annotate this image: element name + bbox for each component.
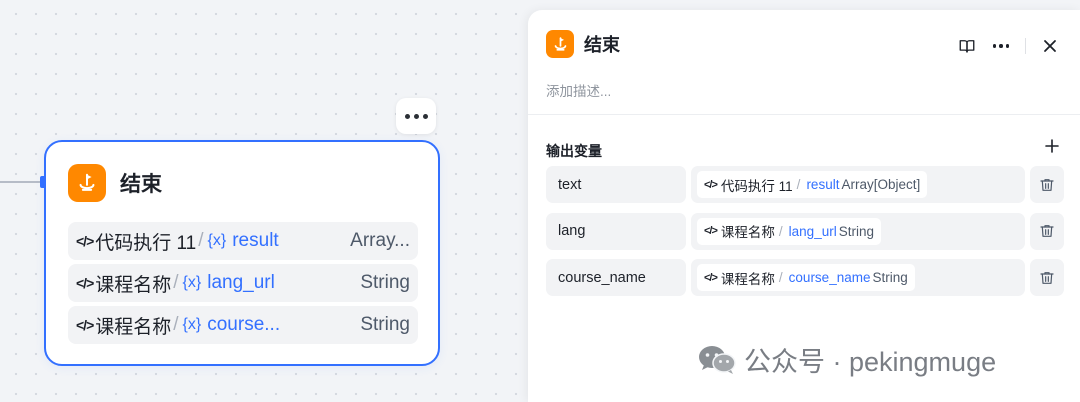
- wechat-icon: [699, 345, 736, 374]
- output-name-input[interactable]: course_name: [546, 259, 686, 296]
- close-icon[interactable]: [1038, 34, 1062, 58]
- output-variables-title: 输出变量: [546, 143, 602, 159]
- code-icon: </>: [76, 317, 94, 333]
- more-icon[interactable]: [989, 34, 1013, 58]
- panel-title: 结束: [584, 35, 620, 55]
- end-node-icon: [68, 164, 106, 202]
- end-node-card[interactable]: 结束 </> 代码执行 11 / {x} result Array... </>…: [44, 140, 440, 366]
- description-input[interactable]: 添加描述...: [546, 80, 611, 100]
- ref-variable: course_name: [788, 270, 871, 285]
- trash-icon: [1040, 225, 1054, 237]
- reference-chip: </> 代码执行 11 / result Array[Object]: [697, 171, 928, 198]
- output-name-input[interactable]: lang: [546, 212, 686, 250]
- node-title: 结束: [120, 173, 162, 196]
- ref-type: String: [838, 223, 874, 239]
- ref-source: 课程名称: [720, 225, 775, 240]
- reference-chip: </> 课程名称 / lang_url String: [697, 217, 881, 245]
- variable-icon: {x}: [182, 316, 202, 333]
- row-source: 课程名称: [95, 316, 172, 338]
- node-output-row[interactable]: </> 课程名称 / {x} course... String: [68, 306, 418, 344]
- ref-type: Array[Object]: [841, 177, 921, 192]
- divider: [528, 114, 1080, 115]
- row-separator: /: [198, 230, 204, 251]
- variable-icon: {x}: [207, 232, 227, 249]
- code-icon: </>: [704, 178, 718, 191]
- row-type: String: [360, 314, 410, 335]
- output-variable-row: course_name </> 课程名称 / course_name Strin…: [546, 259, 1064, 296]
- row-variable: result: [232, 230, 279, 251]
- delete-output-button[interactable]: [1030, 259, 1064, 296]
- trash-icon: [1040, 178, 1054, 191]
- reference-chip: </> 课程名称 / course_name String: [697, 264, 915, 291]
- dot: [999, 44, 1003, 48]
- ref-variable: result: [806, 177, 840, 192]
- output-variable-row: text </> 代码执行 11 / result Array[Object]: [546, 166, 1064, 203]
- code-icon: </>: [704, 271, 718, 284]
- output-reference-selector[interactable]: </> 代码执行 11 / result Array[Object]: [691, 166, 1025, 203]
- code-icon: </>: [76, 275, 94, 291]
- ref-separator: /: [778, 223, 783, 239]
- watermark: 公众号 · pekingmuge: [698, 340, 996, 379]
- incoming-edge: [0, 181, 44, 183]
- ref-separator: /: [796, 177, 801, 192]
- ref-source: 课程名称: [720, 271, 775, 287]
- toolbar-divider: [1025, 38, 1026, 54]
- node-output-row[interactable]: </> 代码执行 11 / {x} result Array...: [68, 222, 418, 260]
- output-reference-selector[interactable]: </> 课程名称 / lang_url String: [691, 212, 1025, 250]
- output-reference-selector[interactable]: </> 课程名称 / course_name String: [691, 259, 1025, 296]
- dot: [1005, 44, 1010, 48]
- row-separator: /: [173, 272, 179, 293]
- row-type: Array...: [350, 230, 410, 251]
- ref-type: String: [872, 270, 908, 285]
- ref-separator: /: [778, 270, 783, 285]
- output-variable-row: lang </> 课程名称 / lang_url String: [546, 212, 1064, 250]
- row-variable: course...: [207, 314, 281, 335]
- row-separator: /: [173, 314, 179, 335]
- trash-icon: [1040, 271, 1054, 284]
- add-output-button[interactable]: [1042, 136, 1062, 156]
- watermark-text: 公众号 · pekingmuge: [744, 347, 997, 377]
- row-type: String: [360, 272, 410, 293]
- delete-output-button[interactable]: [1030, 166, 1064, 203]
- code-icon: </>: [76, 233, 94, 249]
- panel-toolbar: [955, 34, 1062, 58]
- node-header: 结束: [68, 164, 162, 202]
- ref-variable: lang_url: [788, 223, 837, 239]
- output-variable-list: text </> 代码执行 11 / result Array[Object] …: [546, 166, 1064, 306]
- dot: [422, 113, 428, 119]
- end-node-icon: [546, 30, 574, 58]
- row-variable: lang_url: [207, 272, 275, 293]
- output-name-input[interactable]: text: [546, 166, 686, 203]
- ref-source: 代码执行 11: [720, 178, 793, 194]
- delete-output-button[interactable]: [1030, 212, 1064, 250]
- code-icon: </>: [704, 225, 718, 237]
- panel-header: 结束: [546, 30, 620, 58]
- variable-icon: {x}: [182, 274, 202, 291]
- row-source: 代码执行 11: [95, 232, 197, 254]
- dot: [413, 113, 419, 119]
- node-output-list: </> 代码执行 11 / {x} result Array... </> 课程…: [68, 222, 418, 348]
- node-output-row[interactable]: </> 课程名称 / {x} lang_url String: [68, 264, 418, 302]
- book-icon[interactable]: [955, 34, 979, 58]
- row-source: 课程名称: [95, 274, 172, 296]
- dot: [404, 113, 410, 119]
- dot: [992, 44, 997, 48]
- node-input-handle[interactable]: [40, 176, 46, 188]
- node-more-button[interactable]: [396, 98, 436, 134]
